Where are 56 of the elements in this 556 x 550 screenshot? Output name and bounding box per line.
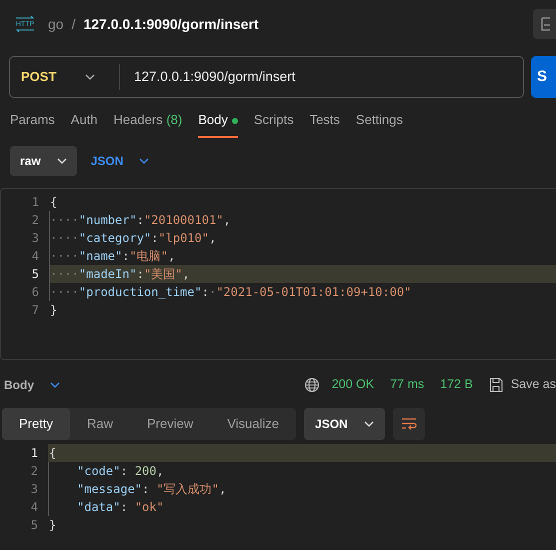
line-number: 1: [30, 444, 39, 462]
line-number: 7: [30, 302, 40, 318]
request-tab[interactable]: Settings: [356, 110, 403, 138]
breadcrumb-link[interactable]: go: [48, 14, 64, 34]
request-tab[interactable]: Scripts: [254, 110, 294, 138]
line-number: 5: [30, 516, 39, 534]
response-time: 77 ms: [390, 376, 424, 394]
code-line: }: [48, 516, 58, 534]
line-number: 3: [30, 480, 39, 498]
format-dropdown[interactable]: JSON: [84, 150, 156, 170]
body-type-dropdown[interactable]: raw: [10, 146, 77, 176]
response-size: 172 B: [440, 376, 473, 394]
wrap-lines-button[interactable]: [392, 408, 425, 440]
save-as-button[interactable]: Save as: [488, 375, 556, 394]
request-tab[interactable]: Auth: [70, 110, 98, 138]
code-line: "code": 200,: [48, 462, 556, 480]
url-field[interactable]: 127.0.0.1:9090/gorm/insert: [120, 66, 296, 88]
line-number: 4: [30, 248, 40, 264]
line-number: 1: [30, 194, 40, 210]
line-number: 2: [30, 212, 40, 228]
request-tab[interactable]: Body: [198, 110, 238, 138]
caret-icon: [364, 420, 374, 426]
response-body-dropdown[interactable]: Body: [4, 376, 60, 394]
view-tab[interactable]: Visualize: [210, 408, 296, 440]
code-line: }: [49, 302, 58, 318]
line-number: 3: [30, 230, 40, 246]
line-number: 5: [30, 266, 40, 282]
code-line: "message": "写入成功",: [48, 480, 556, 498]
code-line: ····"production_time":·"2021-05-01T01:01:09+10:00": [49, 282, 556, 300]
method-dropdown[interactable]: POST: [10, 64, 120, 90]
request-tab[interactable]: Tests: [310, 110, 340, 138]
code-line: ····"category":"lp010",: [49, 228, 556, 246]
caret-icon: [85, 74, 95, 80]
line-number: 2: [30, 462, 39, 480]
code-line: "data": "ok": [48, 498, 556, 516]
view-tab[interactable]: Preview: [130, 408, 210, 440]
save-button[interactable]: [533, 9, 556, 39]
line-number: 6: [30, 284, 40, 300]
line-number: 4: [30, 498, 39, 516]
view-tab[interactable]: Raw: [70, 408, 130, 440]
globe-icon: [304, 376, 320, 392]
send-button[interactable]: S: [531, 56, 556, 98]
request-tab[interactable]: Params: [10, 110, 55, 138]
request-tab[interactable]: Headers (8): [114, 110, 182, 138]
caret-icon: [139, 158, 150, 164]
status-text: 200 OK: [332, 376, 374, 394]
code-line: ····"number":"201000101",: [49, 210, 556, 228]
modified-dot: [232, 118, 238, 124]
caret-icon: [50, 382, 60, 388]
view-tab[interactable]: Pretty: [2, 408, 70, 440]
request-title: 127.0.0.1:9090/gorm/insert: [83, 14, 259, 34]
wrap-lines-icon: [400, 416, 417, 430]
response-format-dropdown[interactable]: JSON: [304, 408, 385, 440]
caret-icon: [56, 158, 67, 164]
code-line: {: [49, 194, 58, 210]
breadcrumb-separator: /: [72, 14, 76, 34]
